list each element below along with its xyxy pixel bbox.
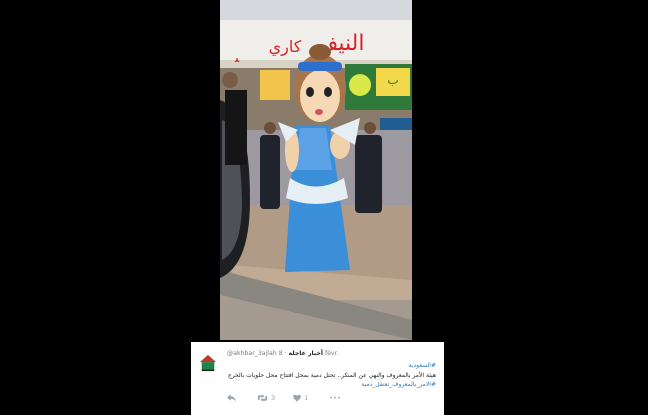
reply-icon bbox=[227, 394, 236, 402]
store-sign-secondary: كاري bbox=[269, 37, 302, 57]
heart-icon bbox=[293, 394, 301, 402]
retweet-button[interactable]: 3 bbox=[257, 394, 275, 402]
more-icon: ••• bbox=[329, 394, 341, 402]
like-count: 1 bbox=[304, 394, 309, 402]
hashtag-link-top[interactable]: #السعودية bbox=[409, 362, 436, 369]
shop-sign-left: ب bbox=[387, 73, 398, 87]
tweet-photo[interactable]: النيف كاري ﯩ ب 0115544 bbox=[220, 0, 412, 340]
tweet-hashtag-bottom[interactable]: #الامر_بالمعروف_تعتقل_دمية bbox=[361, 381, 436, 388]
photo-scene: النيف كاري ﯩ ب 0115544 bbox=[220, 0, 412, 340]
retweet-count: 3 bbox=[271, 394, 276, 402]
tweet-actions: 3 1 ••• bbox=[227, 394, 359, 402]
like-button[interactable]: 1 bbox=[293, 394, 308, 402]
tweet-header: @akhbar_3ajlah أخبار عاجلة · 8 févr. bbox=[227, 350, 339, 357]
tweet-hashtag-top[interactable]: #السعودية bbox=[409, 362, 436, 369]
tweet-card[interactable]: @akhbar_3ajlah أخبار عاجلة · 8 févr. #ال… bbox=[191, 342, 444, 415]
tweet-display-name[interactable]: أخبار عاجلة bbox=[289, 350, 323, 357]
tweet-handle[interactable]: @akhbar_3ajlah bbox=[227, 350, 277, 357]
store-sign-small: ﯩ bbox=[234, 50, 240, 66]
retweet-icon bbox=[257, 394, 268, 402]
reply-button[interactable] bbox=[227, 394, 239, 402]
avatar[interactable] bbox=[199, 354, 217, 372]
tweet-separator: · bbox=[284, 350, 287, 357]
hashtag-link-bottom[interactable]: #الامر_بالمعروف_تعتقل_دمية bbox=[361, 381, 436, 388]
tweet-body: هيئة الأمر بالمعروف والنهي عن المنكر.. ت… bbox=[227, 372, 436, 379]
more-button[interactable]: ••• bbox=[326, 394, 341, 402]
